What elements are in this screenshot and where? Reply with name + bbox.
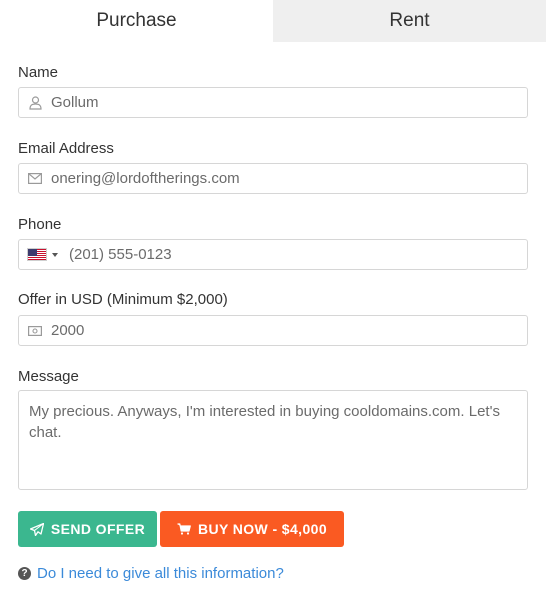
country-selector[interactable] (19, 248, 69, 261)
email-field[interactable]: onering@lordoftherings.com (18, 163, 528, 194)
user-icon (19, 88, 51, 117)
offer-label: Offer in USD (Minimum $2,000) (18, 291, 228, 308)
tab-bar: Purchase Rent (0, 0, 546, 42)
offer-value: 2000 (51, 322, 85, 339)
send-offer-label: SEND OFFER (50, 521, 146, 537)
name-value: Gollum (51, 94, 99, 111)
name-field[interactable]: Gollum (18, 87, 528, 118)
phone-field[interactable]: (201) 555-0123 (18, 239, 528, 270)
money-icon (19, 316, 51, 345)
email-value: onering@lordoftherings.com (51, 170, 240, 187)
help-link[interactable]: Do I need to give all this information? (37, 565, 284, 582)
us-flag-icon (27, 248, 47, 261)
help-row: ? Do I need to give all this information… (18, 565, 284, 582)
send-offer-button[interactable]: SEND OFFER (18, 511, 157, 547)
chevron-down-icon (52, 252, 58, 257)
envelope-icon (19, 164, 51, 193)
question-circle-icon: ? (18, 567, 31, 580)
tab-purchase[interactable]: Purchase (0, 0, 273, 42)
tab-rent[interactable]: Rent (273, 0, 546, 42)
offer-field[interactable]: 2000 (18, 315, 528, 346)
phone-value: (201) 555-0123 (69, 246, 172, 263)
message-textarea[interactable]: My precious. Anyways, I'm interested in … (18, 390, 528, 490)
paper-plane-icon (29, 522, 44, 536)
email-label: Email Address (18, 140, 114, 157)
buy-now-button[interactable]: BUY NOW - $4,000 (160, 511, 344, 547)
message-label: Message (18, 368, 79, 385)
name-label: Name (18, 64, 59, 81)
cart-icon (177, 523, 191, 535)
buy-now-label: BUY NOW - $4,000 (197, 521, 328, 537)
phone-label: Phone (18, 216, 62, 233)
